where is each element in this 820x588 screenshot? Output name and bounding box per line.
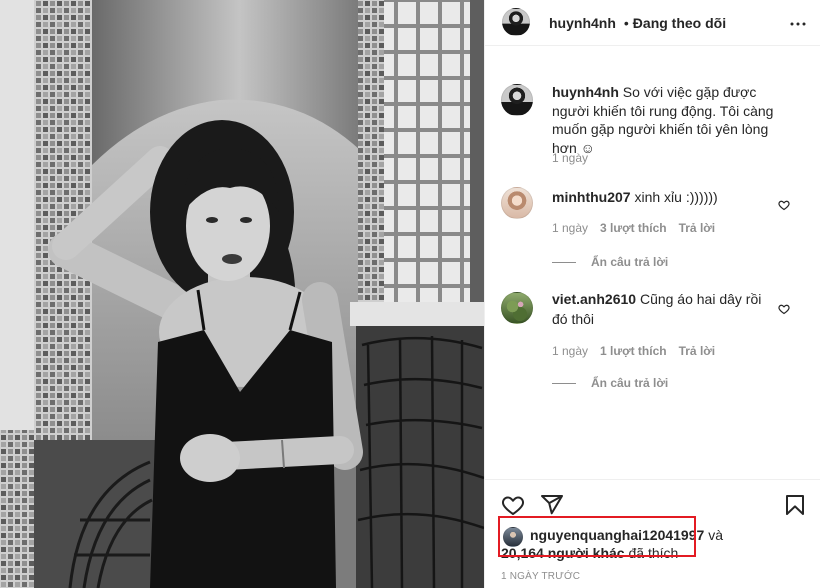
heart-outline bbox=[502, 496, 524, 515]
comment: viet.anh2610 Cũng áo hai dây rồi đó thôi bbox=[552, 289, 772, 329]
comment-time: 1 ngày bbox=[552, 344, 589, 358]
hide-replies-line bbox=[552, 383, 576, 385]
heart-icon[interactable] bbox=[501, 493, 525, 517]
hide-replies-button[interactable]: Ẩn câu trả lời bbox=[552, 255, 668, 269]
counter-top bbox=[350, 302, 484, 326]
share-icon[interactable] bbox=[540, 493, 564, 517]
dot-3 bbox=[802, 22, 806, 26]
right-mosaic-column bbox=[358, 0, 384, 330]
comment-meta: 1 ngày 1 lượt thích Trả lời bbox=[552, 344, 727, 358]
glass-block-frame bbox=[384, 0, 470, 312]
comment-username[interactable]: viet.anh2610 bbox=[552, 291, 636, 307]
caption: huynh4nh So với việc gặp được người khiế… bbox=[552, 83, 788, 157]
post-side-panel: huynh4nh • Đang theo dõi huynh4nh So với v… bbox=[484, 0, 820, 588]
left-door-frame bbox=[0, 0, 34, 430]
comment-username[interactable]: minhthu207 bbox=[552, 189, 631, 205]
floor-left bbox=[34, 440, 164, 588]
hide-replies-label: Ẩn câu trả lời bbox=[591, 376, 669, 390]
bookmark-glyph bbox=[786, 495, 804, 515]
header-text: huynh4nh • Đang theo dõi bbox=[549, 15, 726, 31]
comment-like-icon[interactable] bbox=[778, 198, 790, 211]
author-username[interactable]: huynh4nh bbox=[549, 15, 616, 31]
comment-like-glyph bbox=[778, 200, 790, 211]
author-avatar[interactable] bbox=[502, 8, 530, 36]
comment-avatar[interactable] bbox=[501, 187, 533, 219]
comment-meta: 1 ngày 3 lượt thích Trả lời bbox=[552, 221, 727, 235]
bookmark-outline bbox=[786, 495, 804, 515]
front-hand bbox=[180, 434, 240, 482]
comment-likes-link[interactable]: 3 lượt thích bbox=[600, 221, 667, 235]
share-glyph bbox=[541, 495, 563, 515]
header-separator: • bbox=[623, 15, 629, 31]
likes-connector: và bbox=[708, 527, 723, 543]
highlight-box bbox=[498, 516, 696, 557]
caption-avatar[interactable] bbox=[501, 84, 533, 116]
caption-meta: 1 ngày bbox=[552, 151, 600, 165]
comment-likes-link[interactable]: 1 lượt thích bbox=[600, 344, 667, 358]
bookmark-icon[interactable] bbox=[783, 493, 807, 517]
comment-time: 1 ngày bbox=[552, 221, 589, 235]
hide-replies-button[interactable]: Ẩn câu trả lời bbox=[552, 376, 668, 390]
counter-front bbox=[356, 326, 484, 588]
reply-button[interactable]: Trả lời bbox=[679, 344, 716, 358]
heart-outline bbox=[778, 200, 790, 211]
right-eye bbox=[240, 217, 252, 223]
left-lower-mosaic bbox=[0, 430, 34, 588]
hide-replies-line bbox=[552, 262, 576, 264]
post-timestamp[interactable]: 1 NGÀY TRƯỚC bbox=[501, 571, 580, 583]
comment-like-glyph bbox=[778, 304, 790, 315]
comment-text: xinh xỉu :)))))) bbox=[634, 189, 718, 205]
post-header: huynh4nh • Đang theo dõi bbox=[485, 0, 820, 46]
comment: minhthu207 xinh xỉu :)))))) bbox=[552, 187, 772, 207]
caption-username[interactable]: huynh4nh bbox=[552, 84, 619, 100]
reply-button[interactable]: Trả lời bbox=[679, 221, 716, 235]
hide-replies-label: Ẩn câu trả lời bbox=[591, 255, 669, 269]
dot-1 bbox=[790, 22, 794, 26]
more-options-glyph bbox=[790, 22, 806, 26]
follow-status-button[interactable]: Đang theo dõi bbox=[633, 15, 726, 31]
left-eye bbox=[206, 217, 218, 223]
post-photo bbox=[0, 0, 484, 588]
like-glyph bbox=[502, 496, 524, 515]
lips bbox=[222, 254, 242, 264]
dot-2 bbox=[796, 22, 800, 26]
caption-time: 1 ngày bbox=[552, 151, 589, 165]
more-options-icon[interactable] bbox=[786, 12, 810, 36]
heart-outline bbox=[778, 304, 790, 315]
comment-like-icon[interactable] bbox=[778, 302, 790, 315]
comment-avatar[interactable] bbox=[501, 292, 533, 324]
